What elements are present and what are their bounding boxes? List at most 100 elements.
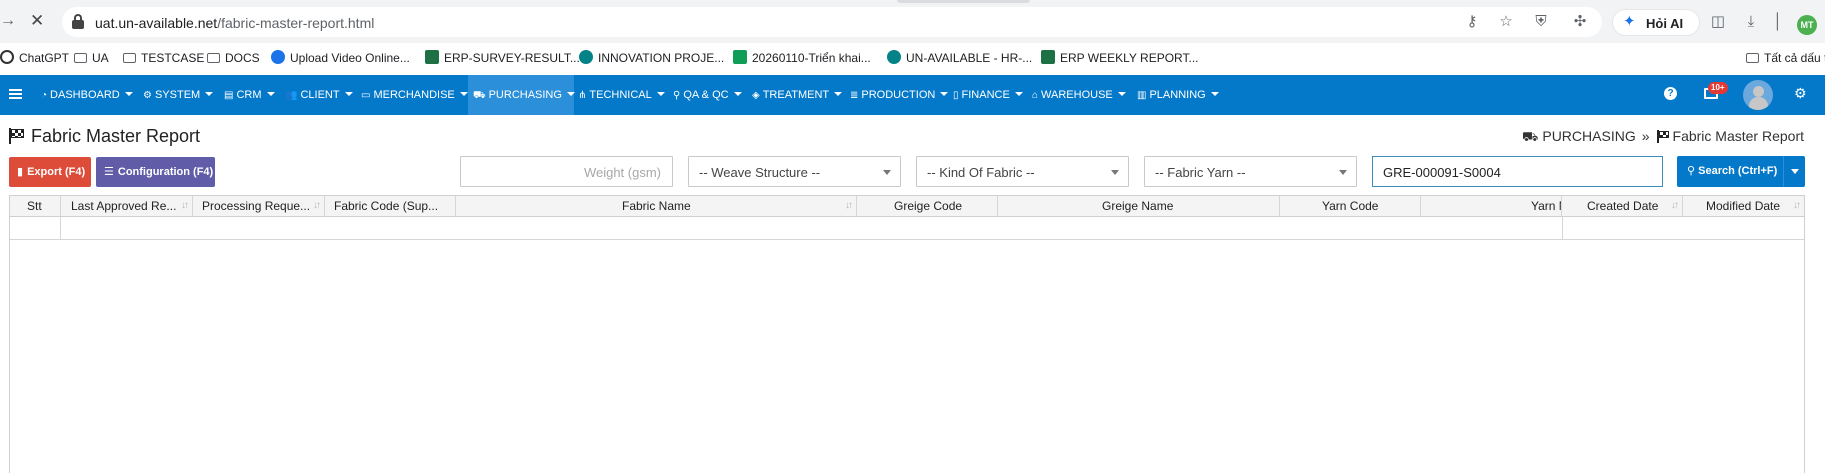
nav-dashboard[interactable]: ◔ DASHBOARD (38, 75, 136, 115)
star-icon[interactable]: ☆ (1497, 14, 1515, 30)
weight-input[interactable]: Weight (gsm) (460, 156, 673, 187)
search-button[interactable]: ⚲ Search (Ctrl+F) (1677, 156, 1805, 187)
nav-client[interactable]: 👥 CLIENT (283, 75, 357, 115)
breadcrumb-separator: » (1641, 128, 1650, 144)
column-header-created-date[interactable]: Created Date ↓↑ (1562, 196, 1683, 216)
folder-icon (74, 53, 87, 63)
lock-icon[interactable] (72, 14, 84, 29)
nav-warehouse[interactable]: ⌂ WAREHOUSE (1032, 75, 1130, 115)
document-icon: ▯ (953, 90, 959, 101)
excel-icon (1041, 50, 1055, 64)
search-dropdown-toggle[interactable] (1783, 156, 1805, 187)
chevron-down-icon (834, 92, 843, 96)
column-header-fabric-name[interactable]: Fabric Name ↓↑ (456, 196, 857, 216)
cogs-icon: ⚙ (143, 90, 152, 101)
bookmark-docs[interactable]: DOCS (207, 50, 260, 66)
column-header-stt[interactable]: Stt (10, 196, 61, 216)
column-header-greige-code[interactable]: Greige Code (857, 196, 998, 216)
url-text[interactable]: uat.un-available.net/fabric-master-repor… (95, 15, 374, 31)
bookmarks-bar: ChatGPT UA TESTCASE DOCS Upload Video On… (0, 43, 1825, 73)
fabric-yarn-select[interactable]: -- Fabric Yarn -- (1144, 156, 1357, 187)
chevron-down-icon (566, 92, 575, 96)
bookmark-trien-khai[interactable]: 20260110-Triển khai... (733, 50, 871, 66)
bookmark-innovation[interactable]: INNOVATION PROJE... (579, 50, 724, 66)
bookmark-all[interactable]: Tất cả dấu t (1746, 50, 1825, 66)
chevron-down-icon (940, 92, 949, 96)
nav-merchandise[interactable]: ▭ MERCHANDISE (359, 75, 468, 115)
nav-system[interactable]: ⚙ SYSTEM (140, 75, 220, 115)
help-icon[interactable]: ? (1664, 87, 1677, 100)
nav-qa-qc[interactable]: ⚲ QA & QC (673, 75, 745, 115)
nav-technical[interactable]: ⋔ TECHNICAL (578, 75, 665, 115)
folder-icon (207, 53, 220, 63)
sort-icon: ↓↑ (313, 200, 321, 211)
key-icon[interactable]: ⚷ (1463, 14, 1481, 30)
active-tab-edge (897, 0, 1030, 3)
column-header-greige-name[interactable]: Greige Name (998, 196, 1280, 216)
extension-icon[interactable]: ✣ (1571, 14, 1589, 30)
column-header-processing-request[interactable]: Processing Reque... ↓↑ (193, 196, 325, 216)
users-icon: 👥 (285, 90, 298, 101)
chevron-down-icon (459, 92, 468, 96)
dashboard-icon: ◔ (41, 90, 48, 101)
truck-icon: ⛟ (1522, 129, 1539, 144)
weight-placeholder: Weight (gsm) (583, 165, 661, 180)
bar-chart-icon: ▥ (1137, 90, 1147, 101)
nav-planning[interactable]: ▥ PLANNING (1137, 75, 1221, 115)
forward-icon[interactable]: → (0, 13, 16, 29)
bookmark-hr[interactable]: UN-AVAILABLE - HR-... (887, 50, 1032, 66)
folder-icon (123, 53, 136, 63)
chevron-down-icon (656, 92, 665, 96)
bookmark-testcase[interactable]: TESTCASE (123, 50, 204, 66)
truck-icon: ⛟ (473, 90, 486, 101)
shield-icon[interactable]: ⛨ (1532, 14, 1550, 30)
column-header-yarn-name[interactable]: Yarn N (1421, 196, 1562, 216)
layers-icon: ◈ (752, 90, 760, 101)
breadcrumb-parent[interactable]: PURCHASING (1542, 128, 1635, 144)
warehouse-icon: ⌂ (1032, 90, 1039, 101)
download-icon[interactable]: ⤓ (1742, 14, 1760, 30)
page-title: Fabric Master Report (8, 125, 200, 147)
export-button[interactable]: ▮ Export (F4) (9, 157, 91, 187)
nav-crm[interactable]: ▤ CRM (222, 75, 282, 115)
sheets-icon (733, 50, 747, 64)
user-avatar[interactable] (1743, 80, 1773, 110)
excel-icon (425, 50, 439, 64)
profile-avatar[interactable]: MT (1797, 15, 1817, 35)
sort-icon: ↓↑ (845, 200, 853, 211)
nav-finance[interactable]: ▯ FINANCE (953, 75, 1025, 115)
sharepoint-icon (579, 50, 593, 64)
hamburger-menu-icon[interactable] (9, 89, 22, 99)
sliders-icon: ☰ (104, 166, 114, 178)
bookmark-upload-video[interactable]: Upload Video Online... (271, 50, 410, 66)
notification-badge: 10+ (1708, 82, 1728, 94)
search-input[interactable]: GRE-000091-S0004 (1372, 156, 1663, 187)
nav-purchasing[interactable]: ⛟ PURCHASING (468, 75, 575, 115)
report-table: Stt Last Approved Re... ↓↑ Processing Req… (9, 195, 1805, 473)
bookmark-chatgpt[interactable]: ChatGPT (0, 50, 69, 66)
kind-of-fabric-select[interactable]: -- Kind Of Fabric -- (916, 156, 1129, 187)
chevron-down-icon (266, 92, 275, 96)
column-header-last-approved[interactable]: Last Approved Re... ↓↑ (61, 196, 193, 216)
split-view-icon[interactable]: ◫ (1709, 14, 1727, 30)
bookmark-erp-survey[interactable]: ERP-SURVEY-RESULT... (425, 50, 580, 66)
search-icon: ⚲ (1687, 165, 1699, 177)
column-header-fabric-code[interactable]: Fabric Code (Sup... (325, 196, 456, 216)
dropdown-arrow-icon (1339, 170, 1347, 175)
sort-icon: ↓↑ (1671, 200, 1679, 211)
settings-gear-icon[interactable]: ⚙ (1794, 86, 1808, 100)
weave-structure-select[interactable]: -- Weave Structure -- (688, 156, 901, 187)
column-header-yarn-code[interactable]: Yarn Code (1280, 196, 1421, 216)
nav-treatment[interactable]: ◈ TREATMENT (752, 75, 845, 115)
configuration-button[interactable]: ☰ Configuration (F4) (96, 157, 215, 187)
bookmark-erp-weekly[interactable]: ERP WEEKLY REPORT... (1041, 50, 1199, 66)
file-pdf-icon: ▮ (17, 166, 24, 178)
stop-loading-icon[interactable]: ✕ (30, 12, 46, 30)
database-icon: ≣ (850, 90, 859, 101)
drive-icon (271, 50, 285, 64)
ai-sparkle-icon: ✦ (1623, 13, 1636, 30)
column-header-modified-date[interactable]: Modified Date ↓↑ (1683, 196, 1804, 216)
nav-production[interactable]: ≣ PRODUCTION (850, 75, 949, 115)
dropdown-arrow-icon (1111, 170, 1119, 175)
bookmark-ua[interactable]: UA (74, 50, 109, 66)
